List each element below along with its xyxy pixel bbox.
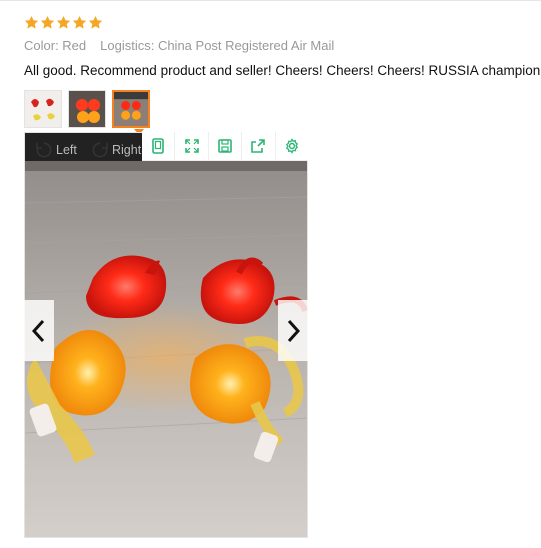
chevron-right-icon	[287, 319, 301, 342]
save-icon	[218, 139, 232, 153]
save-button[interactable]	[207, 132, 241, 160]
review-meta: Color: Red Logistics: China Post Register…	[24, 38, 334, 53]
phone-view-button[interactable]	[142, 132, 174, 160]
share-icon	[251, 139, 266, 153]
fullscreen-icon	[184, 139, 199, 153]
top-divider	[0, 0, 541, 1]
rotate-left-button[interactable]: Left	[34, 140, 77, 160]
star-icon	[88, 15, 103, 29]
thumbnail-image	[25, 91, 61, 127]
thumbnail-image	[69, 91, 105, 127]
settings-button[interactable]	[274, 132, 308, 160]
rotate-right-icon	[92, 142, 108, 158]
rotate-left-label: Left	[56, 143, 77, 157]
chevron-left-icon	[31, 319, 45, 342]
fullscreen-button[interactable]	[174, 132, 207, 160]
thumbnail-1[interactable]	[24, 90, 62, 128]
rotate-right-button[interactable]: Right	[90, 140, 141, 160]
rotate-right-label: Right	[112, 143, 142, 157]
star-icon	[72, 15, 87, 29]
color-attribute: Color: Red	[24, 38, 87, 53]
review-text: All good. Recommend product and seller! …	[24, 63, 541, 78]
star-icon	[40, 15, 55, 29]
share-button[interactable]	[241, 132, 274, 160]
next-image-button[interactable]	[278, 300, 308, 361]
thumbnail-2[interactable]	[68, 90, 106, 128]
star-icon	[56, 15, 71, 29]
thumbnail-strip	[24, 90, 150, 128]
thumbnail-image	[114, 92, 148, 126]
previous-image-button[interactable]	[24, 300, 54, 361]
logistics-attribute: Logistics: China Post Registered Air Mai…	[100, 38, 335, 53]
phone-view-icon	[152, 138, 165, 154]
settings-icon	[285, 138, 298, 154]
viewer-toolbar	[142, 132, 308, 161]
thumbnail-3[interactable]	[112, 90, 150, 128]
star-icon	[24, 15, 39, 29]
review-photo	[25, 133, 307, 537]
rotate-left-icon	[36, 142, 52, 158]
image-viewer[interactable]	[24, 132, 308, 538]
star-rating	[24, 15, 104, 31]
